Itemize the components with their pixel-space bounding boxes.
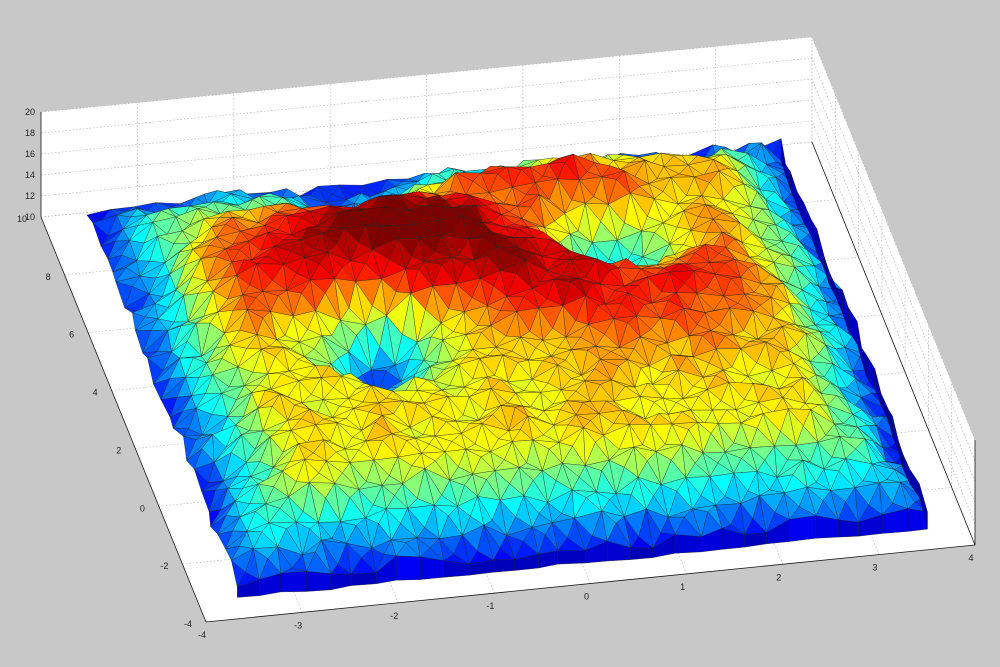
x-tick-label: -2 xyxy=(390,611,398,621)
y-tick-label: 6 xyxy=(69,330,74,340)
z-tick-label: 16 xyxy=(25,149,35,159)
surface-skirt-facet xyxy=(789,515,817,542)
surface-skirt-facet xyxy=(815,515,839,539)
z-tick-label: 14 xyxy=(25,170,35,180)
z-tick-label: 20 xyxy=(25,107,35,117)
surface-skirt-facet xyxy=(493,559,515,573)
x-tick-label: 1 xyxy=(680,582,685,592)
x-tick-label: 2 xyxy=(776,572,781,582)
surface-skirt-facet xyxy=(674,534,702,554)
y-tick-label: 8 xyxy=(46,272,51,282)
y-tick-label: -2 xyxy=(160,561,168,571)
y-tick-label: 2 xyxy=(116,445,121,455)
y-tick-label: 0 xyxy=(140,503,145,513)
surface-skirt-facet xyxy=(557,550,586,565)
surface-skirt-facet xyxy=(351,572,377,586)
z-tick-label: 18 xyxy=(25,128,35,138)
surface-skirt-facet xyxy=(306,571,332,592)
x-tick-label: 4 xyxy=(968,553,973,563)
surface-plot-figure: -4-3-2-101234-4-20246810101214161820 xyxy=(17,36,976,640)
surface-skirt-facet xyxy=(838,519,859,538)
surface-skirt-facet xyxy=(420,556,444,580)
surface-skirt-facet xyxy=(630,547,654,560)
surface-skirt-facet xyxy=(395,555,421,581)
surface-skirt-facet xyxy=(280,571,307,593)
x-tick-label: -3 xyxy=(294,620,302,630)
x-tick-label: -1 xyxy=(486,601,494,611)
y-tick-label: -4 xyxy=(184,619,192,629)
surface-mesh xyxy=(86,138,928,598)
x-tick-label: 0 xyxy=(584,592,589,602)
z-tick-label: 10 xyxy=(25,212,35,222)
x-tick-label: -4 xyxy=(198,630,206,640)
x-tick-label: 3 xyxy=(872,563,877,573)
y-tick-label: 4 xyxy=(93,388,98,398)
z-tick-label: 12 xyxy=(25,191,35,201)
